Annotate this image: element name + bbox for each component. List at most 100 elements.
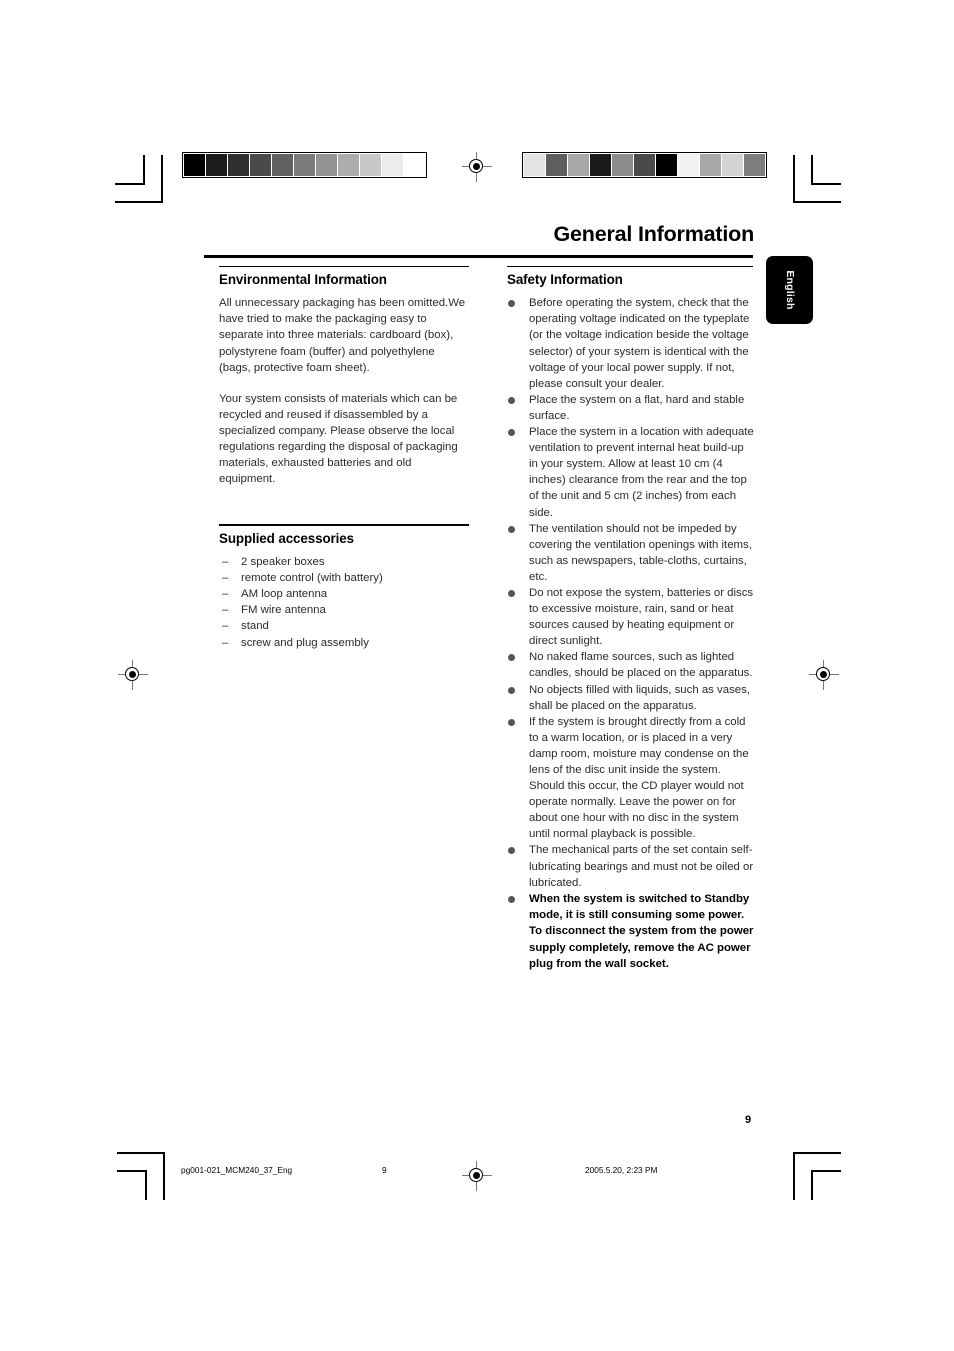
safety-list-item: When the system is switched to Standby m… — [507, 891, 755, 972]
color-swatch — [360, 154, 381, 176]
bullet-icon — [508, 429, 515, 437]
accessory-list-item-label: screw and plug assembly — [241, 636, 369, 649]
dash-marker: – — [222, 636, 229, 649]
accessory-list-item: – screw and plug assembly — [219, 635, 469, 651]
color-swatch — [338, 154, 359, 176]
dash-marker: – — [222, 604, 229, 617]
crop-mark-bottom-right-corner-vertical — [811, 1170, 813, 1200]
environmental-information-heading: Environmental Information — [219, 272, 387, 288]
left-column: Environmental Information All unnecessar… — [219, 266, 469, 651]
accessory-list-item-label: AM loop antenna — [241, 588, 328, 601]
right-column: Safety Information Before operating the … — [507, 266, 755, 972]
crop-mark-bottom-right-vertical — [793, 1152, 795, 1200]
color-swatch — [568, 154, 589, 176]
bullet-icon — [508, 895, 515, 903]
color-swatch — [546, 154, 567, 176]
safety-information-list: Before operating the system, check that … — [507, 295, 755, 972]
crop-mark-top-right-vertical — [793, 155, 795, 203]
registration-mark-left-middle — [118, 660, 148, 690]
safety-list-item: No objects filled with liquids, such as … — [507, 682, 755, 714]
crop-mark-bottom-right-horizontal — [793, 1152, 841, 1154]
accessory-list-item-label: remote control (with battery) — [241, 571, 383, 584]
printed-page: General Information English Environmenta… — [0, 0, 954, 1351]
supplied-accessories-heading: Supplied accessories — [219, 530, 354, 546]
color-swatch — [656, 154, 677, 176]
safety-information-heading: Safety Information — [507, 272, 623, 288]
footer-page-number: 9 — [382, 1165, 387, 1175]
safety-list-item: Place the system in a location with adeq… — [507, 424, 755, 521]
crop-mark-top-left-corner-horizontal — [115, 183, 145, 185]
crop-mark-bottom-left-corner-vertical — [145, 1170, 147, 1200]
accessories-section-rule — [219, 524, 469, 526]
crop-mark-bottom-left-horizontal — [117, 1152, 165, 1154]
color-swatch — [524, 154, 545, 176]
crop-mark-top-left-vertical — [161, 155, 163, 203]
accessory-list-item-label: FM wire antenna — [241, 604, 326, 617]
safety-list-item: If the system is brought directly from a… — [507, 714, 755, 843]
accessory-list-item-label: 2 speaker boxes — [241, 555, 325, 568]
safety-section-rule — [507, 266, 753, 268]
safety-list-item-label: If the system is brought directly from a… — [529, 715, 749, 841]
safety-list-item-label: Before operating the system, check that … — [529, 297, 750, 390]
crop-mark-bottom-right-corner-horizontal — [811, 1170, 841, 1172]
grayscale-random-bar — [522, 152, 767, 178]
page-number: 9 — [745, 1114, 752, 1126]
accessory-list-item: – remote control (with battery) — [219, 570, 469, 586]
safety-list-item-label: When the system is switched to Standby m… — [529, 892, 754, 970]
color-swatch — [678, 154, 699, 176]
safety-list-item-label: Do not expose the system, batteries or d… — [529, 586, 754, 648]
bullet-icon — [508, 300, 515, 308]
safety-list-item: Place the system on a flat, hard and sta… — [507, 392, 755, 424]
accessory-list-item: – FM wire antenna — [219, 602, 469, 618]
crop-mark-top-left-horizontal — [115, 201, 163, 203]
safety-list-item: Before operating the system, check that … — [507, 295, 755, 392]
environmental-section-rule — [219, 266, 469, 268]
grayscale-gradient-bar — [182, 152, 427, 178]
page-title: General Information — [553, 222, 755, 246]
registration-mark-top-center — [462, 152, 492, 182]
color-swatch — [294, 154, 315, 176]
bullet-icon — [508, 718, 515, 726]
color-swatch — [612, 154, 633, 176]
accessory-list-item: – AM loop antenna — [219, 586, 469, 602]
color-swatch — [404, 154, 425, 176]
bullet-icon — [508, 525, 515, 533]
accessory-list-item-label: stand — [241, 620, 269, 633]
crop-mark-top-right-horizontal — [793, 201, 841, 203]
color-swatch — [744, 154, 765, 176]
safety-list-item-label: Place the system on a flat, hard and sta… — [529, 393, 745, 422]
dash-marker: – — [222, 555, 229, 568]
bullet-icon — [508, 686, 515, 694]
safety-list-item: The ventilation should not be impeded by… — [507, 521, 755, 585]
color-swatch — [272, 154, 293, 176]
crop-mark-top-right-corner-horizontal — [811, 183, 841, 185]
color-swatch — [316, 154, 337, 176]
safety-list-item-label: Place the system in a location with adeq… — [529, 426, 754, 519]
safety-list-item-label: The mechanical parts of the set contain … — [529, 844, 754, 889]
supplied-accessories-list: –2 speaker boxes – remote control (with ba… — [219, 554, 469, 651]
color-swatch — [700, 154, 721, 176]
color-swatch — [634, 154, 655, 176]
crop-mark-top-right-corner-vertical — [811, 155, 813, 185]
bullet-icon — [508, 396, 515, 404]
safety-list-item: The mechanical parts of the set contain … — [507, 842, 755, 890]
environmental-paragraph-2: Your system consists of materials which … — [219, 392, 458, 486]
safety-list-item-label: No naked flame sources, such as lighted … — [529, 651, 753, 680]
color-swatch — [206, 154, 227, 176]
color-swatch — [722, 154, 743, 176]
registration-mark-right-middle — [809, 660, 839, 690]
safety-list-item-label: No objects filled with liquids, such as … — [529, 683, 750, 712]
accessory-list-item: –2 speaker boxes — [219, 554, 469, 570]
safety-list-item: No naked flame sources, such as lighted … — [507, 649, 755, 681]
color-swatch — [184, 154, 205, 176]
color-swatch — [250, 154, 271, 176]
bullet-icon — [508, 847, 515, 855]
footer-timestamp: 2005.5.20, 2:23 PM — [585, 1165, 658, 1175]
crop-mark-bottom-left-vertical — [163, 1152, 165, 1200]
crop-mark-top-left-corner-vertical — [143, 155, 145, 185]
language-tab-label: English — [783, 270, 796, 310]
crop-mark-bottom-left-corner-horizontal — [117, 1170, 147, 1172]
dash-marker: – — [222, 588, 229, 601]
footer-file-name: pg001-021_MCM240_37_Eng — [181, 1165, 293, 1175]
